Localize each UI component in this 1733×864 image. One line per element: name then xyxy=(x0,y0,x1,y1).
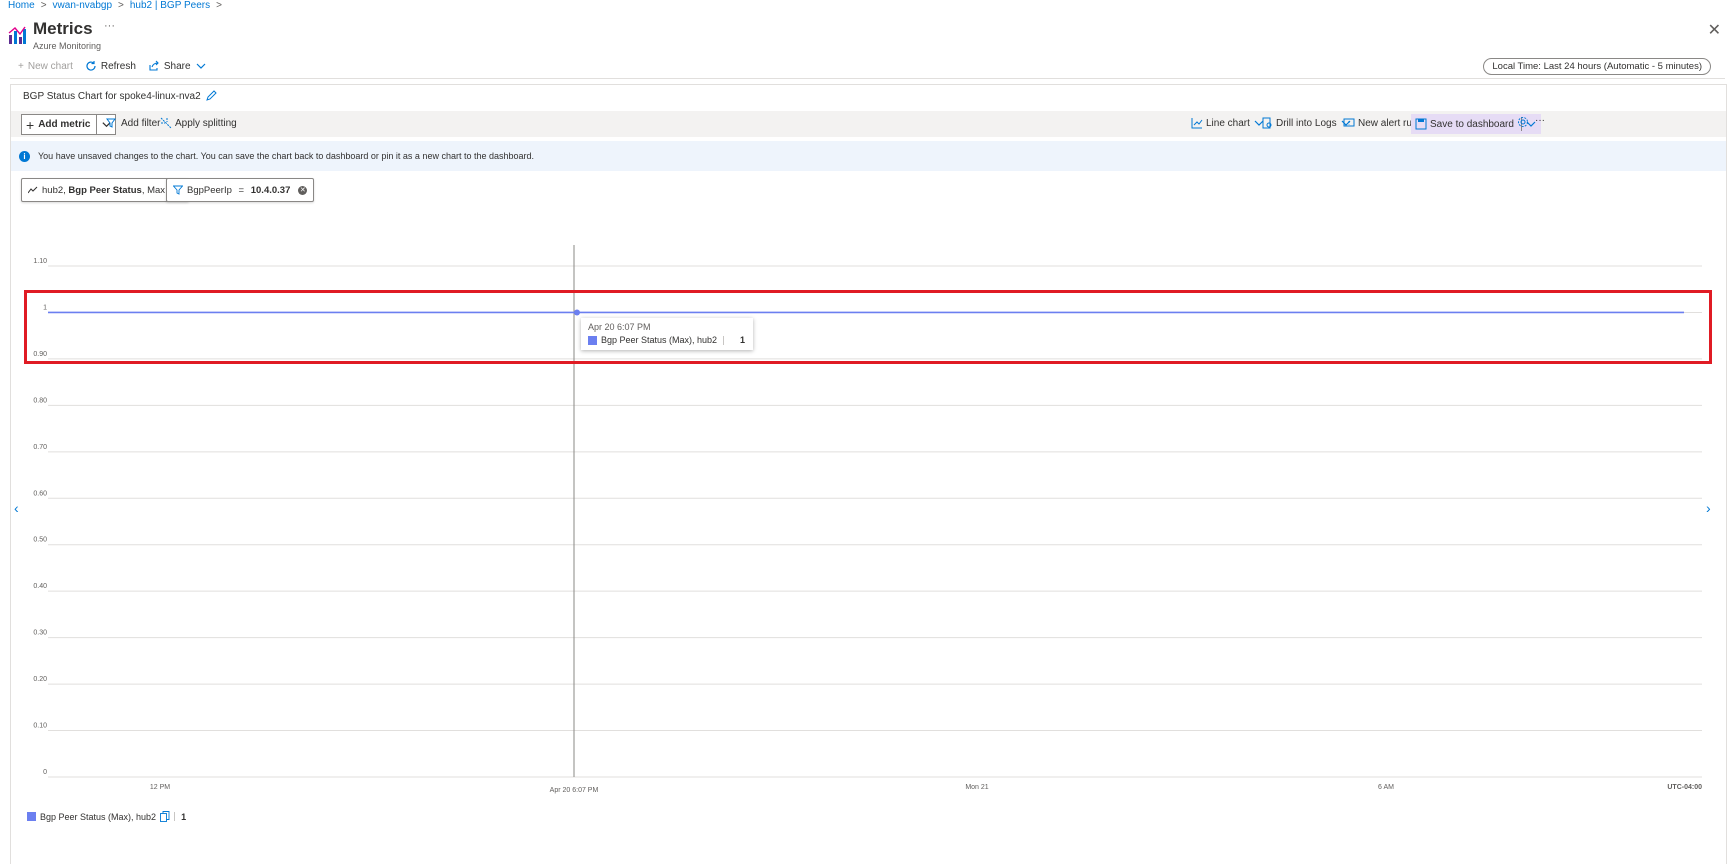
x-axis: 12 PM Apr 20 6:07 PM Mon 21 6 AM UTC-04:00 xyxy=(150,784,1702,794)
chart-legend[interactable]: Bgp Peer Status (Max), hub2 1 xyxy=(27,811,186,822)
y-tick-label: 0 xyxy=(43,769,47,776)
chevron-right-icon[interactable]: › xyxy=(1706,500,1711,516)
y-tick-label: 0.50 xyxy=(33,537,47,544)
y-tick-label: 0.30 xyxy=(33,630,47,637)
highlight-box xyxy=(24,290,1712,364)
x-tick-label: UTC-04:00 xyxy=(1667,784,1702,791)
y-tick-label: 0.20 xyxy=(33,676,47,683)
y-tick-label: 0.80 xyxy=(33,397,47,404)
y-tick-label: 0.10 xyxy=(33,723,47,730)
line-chart[interactable]: 00.100.200.300.400.500.600.700.800.9011.… xyxy=(0,0,1733,864)
legend-series: Bgp Peer Status (Max), hub2 xyxy=(40,811,157,822)
copy-icon[interactable] xyxy=(160,811,170,822)
x-tick-label: 6 AM xyxy=(1378,784,1394,791)
x-tick-label: Apr 20 6:07 PM xyxy=(550,787,599,794)
x-tick-label: 12 PM xyxy=(150,784,170,791)
x-tick-label: Mon 21 xyxy=(965,784,988,791)
legend-swatch xyxy=(27,812,36,821)
y-tick-label: 1.10 xyxy=(33,258,47,265)
legend-value: 1 xyxy=(181,811,187,822)
y-tick-label: 0.60 xyxy=(33,490,47,497)
y-tick-label: 0.70 xyxy=(33,444,47,451)
chevron-left-icon[interactable]: ‹ xyxy=(14,500,19,516)
divider xyxy=(174,812,176,821)
y-tick-label: 0.40 xyxy=(33,583,47,590)
